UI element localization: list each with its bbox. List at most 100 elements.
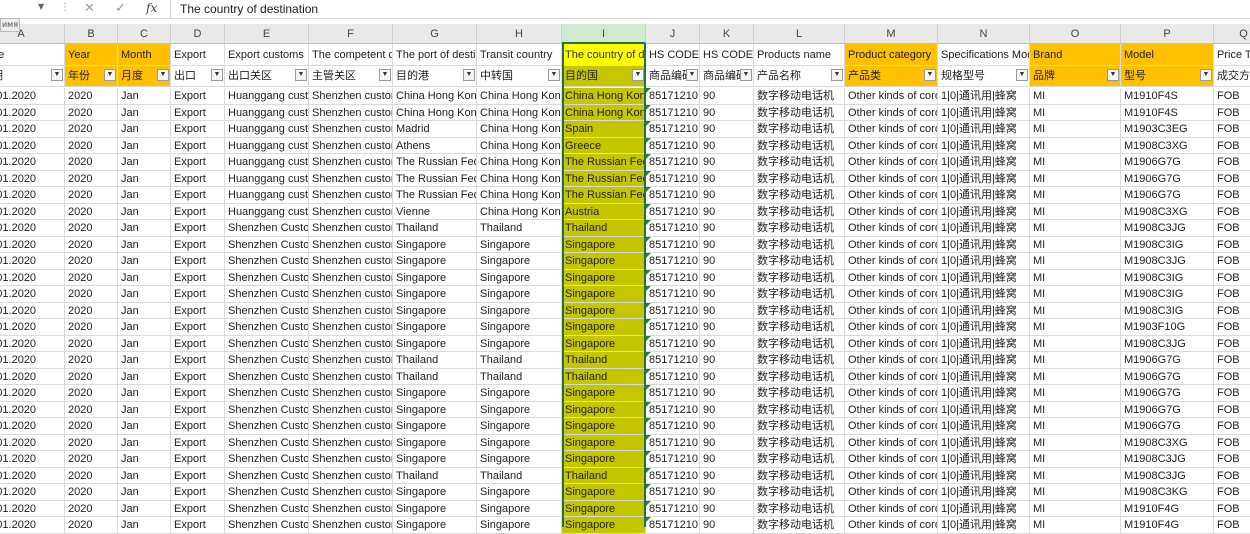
table-cell[interactable]: M1906G7G	[1121, 418, 1214, 435]
table-cell[interactable]: FOB	[1214, 402, 1250, 418]
table-cell[interactable]: Other kinds of cord	[845, 451, 938, 468]
table-cell[interactable]: 85171210	[646, 269, 700, 286]
table-cell[interactable]: M1908C3JG	[1121, 467, 1214, 484]
table-cell[interactable]: M1908C3JG	[1121, 220, 1214, 237]
table-cell[interactable]: 90	[700, 484, 754, 501]
table-cell[interactable]: 2020	[65, 269, 118, 286]
table-cell[interactable]: 1|0|通讯用|蜂窝	[938, 418, 1030, 435]
table-cell[interactable]: MI	[1030, 154, 1121, 171]
table-cell[interactable]: 90	[700, 187, 754, 204]
table-cell[interactable]: FOB	[1214, 121, 1250, 138]
table-cell[interactable]: 85171210	[646, 368, 700, 385]
table-cell[interactable]: 2020	[65, 401, 118, 418]
table-cell[interactable]: 2020	[65, 170, 118, 187]
table-cell[interactable]: 90	[700, 220, 754, 237]
column-header-g[interactable]: G	[393, 24, 477, 44]
table-cell[interactable]: FOB	[1214, 138, 1250, 154]
table-cell[interactable]: M1906G7G	[1121, 368, 1214, 385]
table-cell[interactable]: Singapore	[562, 269, 646, 286]
table-cell[interactable]: Other kinds of cord	[845, 236, 938, 253]
table-cell[interactable]: 1|0|通讯用|蜂窝	[938, 137, 1030, 154]
table-cell[interactable]: China Hong Kong	[477, 187, 562, 204]
table-cell[interactable]: Shenzhen Customs	[225, 335, 309, 352]
table-cell[interactable]: Export	[171, 451, 225, 468]
table-cell[interactable]: Shenzhen customs	[309, 236, 393, 253]
table-cell[interactable]: China Hong Kong	[477, 121, 562, 138]
table-cell[interactable]: 30.01.2020	[0, 484, 65, 501]
table-cell[interactable]: MI	[1030, 451, 1121, 468]
table-cell[interactable]: Other kinds of cord	[845, 500, 938, 517]
table-cell[interactable]: Jan	[118, 319, 171, 336]
table-cell[interactable]: 30.01.2020	[0, 302, 65, 319]
table-cell[interactable]: Shenzhen Customs	[225, 286, 309, 303]
table-cell[interactable]: 90	[700, 286, 754, 303]
table-cell[interactable]: Other kinds of cord	[845, 467, 938, 484]
table-cell[interactable]: Jan	[118, 434, 171, 451]
table-cell[interactable]: 85171210	[646, 88, 700, 105]
table-cell[interactable]: Singapore	[393, 401, 477, 418]
table-cell[interactable]: Huanggang customs	[225, 154, 309, 171]
table-cell[interactable]: Shenzhen Customs	[225, 352, 309, 369]
table-cell[interactable]: Thailand	[477, 220, 562, 237]
table-cell[interactable]: Export	[171, 269, 225, 286]
filter-dropdown-icon[interactable]: ▼	[686, 69, 698, 81]
table-cell[interactable]: Singapore	[477, 236, 562, 253]
table-cell[interactable]: 30.01.2020	[0, 517, 65, 534]
table-cell[interactable]: 30.01.2020	[0, 385, 65, 402]
table-cell[interactable]: 90	[700, 253, 754, 270]
table-cell[interactable]: 85171210	[646, 319, 700, 336]
table-cell[interactable]: Singapore	[393, 418, 477, 435]
table-cell[interactable]: Singapore	[393, 385, 477, 402]
table-cell[interactable]: China Hong Kong	[477, 104, 562, 121]
table-cell[interactable]: Shenzhen Customs	[225, 484, 309, 501]
table-cell[interactable]: M1908C3JG	[1121, 253, 1214, 270]
table-cell[interactable]: 数字移动电话机	[754, 236, 845, 253]
table-cell[interactable]: M1908C3XG	[1121, 137, 1214, 154]
column-header-f[interactable]: F	[309, 24, 393, 44]
table-cell[interactable]: 2020	[65, 154, 118, 171]
table-cell[interactable]: MI	[1030, 203, 1121, 220]
table-cell[interactable]: 12.01.2020	[0, 104, 65, 121]
table-cell[interactable]: Singapore	[477, 401, 562, 418]
table-cell[interactable]: 85171210	[646, 137, 700, 154]
table-cell[interactable]: 2020	[65, 385, 118, 402]
table-cell[interactable]: MI	[1030, 401, 1121, 418]
table-cell[interactable]: 30.01.2020	[0, 451, 65, 468]
table-cell[interactable]: Singapore	[562, 451, 646, 468]
header-cell-cn[interactable]: 出口 ▼	[171, 66, 225, 87]
table-cell[interactable]: 90	[700, 418, 754, 435]
table-cell[interactable]: 90	[700, 500, 754, 517]
table-cell[interactable]: Shenzhen customs	[309, 269, 393, 286]
table-cell[interactable]: 30.01.2020	[0, 368, 65, 385]
header-cell-en[interactable]: Transit country	[477, 44, 562, 66]
table-cell[interactable]: 2020	[65, 220, 118, 237]
table-cell[interactable]: 1|0|通讯用|蜂窝	[938, 104, 1030, 121]
table-cell[interactable]: Jan	[118, 236, 171, 253]
table-cell[interactable]: 30.01.2020	[0, 236, 65, 253]
table-cell[interactable]: Singapore	[393, 319, 477, 336]
table-cell[interactable]: MI	[1030, 368, 1121, 385]
table-cell[interactable]: Jan	[118, 484, 171, 501]
table-cell[interactable]: Shenzhen Customs	[225, 319, 309, 336]
table-cell[interactable]: Singapore	[393, 451, 477, 468]
table-cell[interactable]: Other kinds of cord	[845, 253, 938, 270]
table-cell[interactable]: Shenzhen customs	[309, 170, 393, 187]
table-cell[interactable]: Madrid	[393, 121, 477, 138]
table-cell[interactable]: 2020	[65, 121, 118, 138]
filter-dropdown-icon[interactable]: ▼	[463, 69, 475, 81]
table-cell[interactable]: 30.01.2020	[0, 418, 65, 435]
table-cell[interactable]: 数字移动电话机	[754, 467, 845, 484]
table-cell[interactable]: Other kinds of cord	[845, 88, 938, 105]
table-cell[interactable]: 1|0|通讯用|蜂窝	[938, 335, 1030, 352]
table-cell[interactable]: 数字移动电话机	[754, 385, 845, 402]
table-cell[interactable]: Shenzhen customs	[309, 302, 393, 319]
table-cell[interactable]: FOB	[1214, 253, 1250, 270]
filter-dropdown-icon[interactable]: ▼	[1200, 69, 1212, 81]
table-cell[interactable]: 85171210	[646, 451, 700, 468]
table-cell[interactable]: 1|0|通讯用|蜂窝	[938, 302, 1030, 319]
table-cell[interactable]: 85171210	[646, 352, 700, 369]
table-cell[interactable]: 数字移动电话机	[754, 220, 845, 237]
table-cell[interactable]: Shenzhen customs	[309, 517, 393, 534]
table-cell[interactable]: Other kinds of cord	[845, 187, 938, 204]
table-cell[interactable]: Jan	[118, 401, 171, 418]
